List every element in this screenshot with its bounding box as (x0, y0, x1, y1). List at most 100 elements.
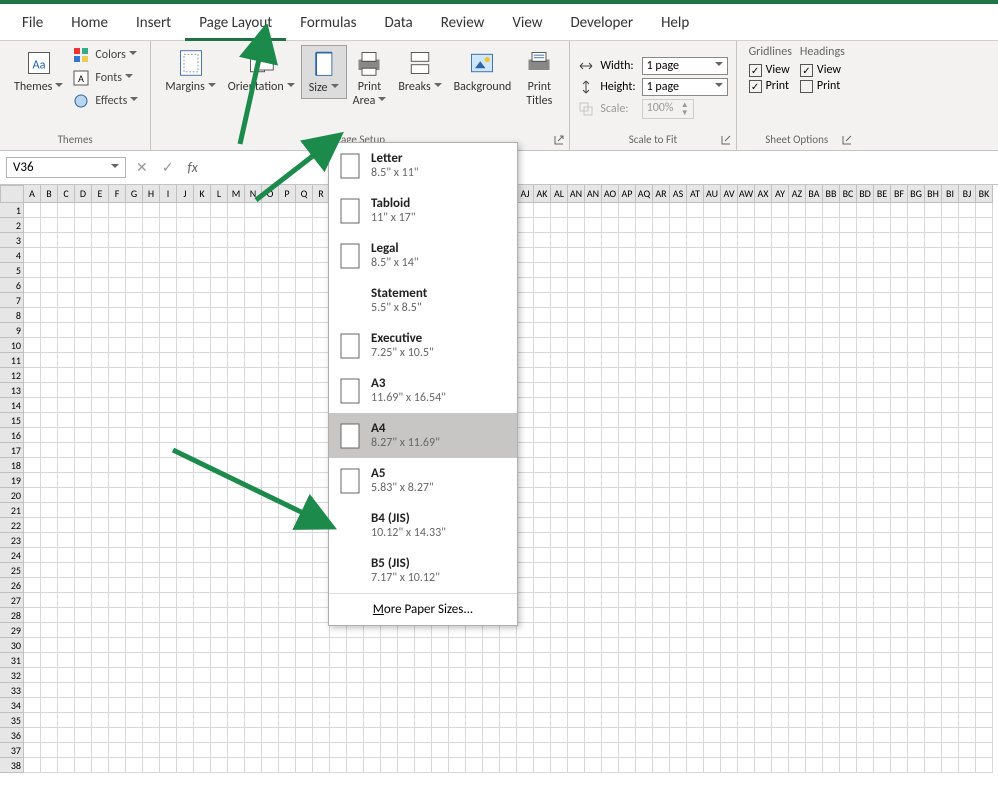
tab-insert[interactable]: Insert (122, 8, 185, 40)
cell[interactable] (177, 368, 194, 383)
cell[interactable] (670, 728, 687, 743)
cell[interactable] (568, 668, 585, 683)
cell[interactable] (262, 338, 279, 353)
cell[interactable] (160, 638, 177, 653)
cell[interactable] (41, 608, 58, 623)
cell[interactable] (976, 458, 993, 473)
cell[interactable] (534, 743, 551, 758)
cell[interactable] (857, 308, 874, 323)
cell[interactable] (551, 668, 568, 683)
cell[interactable] (874, 353, 891, 368)
cell[interactable] (806, 218, 823, 233)
cell[interactable] (92, 488, 109, 503)
cell[interactable] (41, 503, 58, 518)
cell[interactable] (228, 518, 245, 533)
cell[interactable] (58, 293, 75, 308)
cell[interactable] (857, 623, 874, 638)
cell[interactable] (840, 248, 857, 263)
cell[interactable] (432, 713, 449, 728)
gridlines-print-check[interactable]: ✓Print (749, 79, 792, 93)
cell[interactable] (942, 293, 959, 308)
cell[interactable] (551, 353, 568, 368)
cell[interactable] (602, 668, 619, 683)
cell[interactable] (738, 428, 755, 443)
cell[interactable] (432, 728, 449, 743)
cell[interactable] (75, 548, 92, 563)
cell[interactable] (687, 728, 704, 743)
cell[interactable] (143, 533, 160, 548)
cell[interactable] (823, 398, 840, 413)
cell[interactable] (755, 248, 772, 263)
cell[interactable] (517, 488, 534, 503)
cell[interactable] (602, 338, 619, 353)
cell[interactable] (840, 713, 857, 728)
cell[interactable] (92, 398, 109, 413)
cell[interactable] (585, 428, 602, 443)
cell[interactable] (126, 293, 143, 308)
cell[interactable] (942, 458, 959, 473)
cell[interactable] (517, 638, 534, 653)
cell[interactable] (568, 293, 585, 308)
cell[interactable] (296, 233, 313, 248)
cell[interactable] (177, 488, 194, 503)
cell[interactable] (245, 578, 262, 593)
cell[interactable] (330, 728, 347, 743)
cell[interactable] (75, 608, 92, 623)
cell[interactable] (432, 653, 449, 668)
cell[interactable] (806, 248, 823, 263)
cell[interactable] (58, 443, 75, 458)
cell[interactable] (840, 233, 857, 248)
cell[interactable] (109, 308, 126, 323)
cell[interactable] (517, 518, 534, 533)
cell[interactable] (534, 713, 551, 728)
cell[interactable] (653, 383, 670, 398)
cell[interactable] (976, 248, 993, 263)
cell[interactable] (908, 443, 925, 458)
cell[interactable] (619, 323, 636, 338)
cell[interactable] (789, 338, 806, 353)
cell[interactable] (568, 518, 585, 533)
cell[interactable] (228, 428, 245, 443)
cell[interactable] (636, 218, 653, 233)
cell[interactable] (619, 653, 636, 668)
cell[interactable] (143, 698, 160, 713)
cell[interactable] (92, 413, 109, 428)
cell[interactable] (41, 533, 58, 548)
cell[interactable] (296, 653, 313, 668)
cell[interactable] (415, 743, 432, 758)
cell[interactable] (891, 488, 908, 503)
cell[interactable] (653, 338, 670, 353)
cell[interactable] (908, 593, 925, 608)
cell[interactable] (976, 353, 993, 368)
cell[interactable] (262, 368, 279, 383)
cell[interactable] (58, 503, 75, 518)
cell[interactable] (908, 488, 925, 503)
cell[interactable] (551, 698, 568, 713)
cell[interactable] (75, 383, 92, 398)
cell[interactable] (160, 293, 177, 308)
cell[interactable] (721, 758, 738, 773)
cell[interactable] (789, 668, 806, 683)
cell[interactable] (653, 638, 670, 653)
cell[interactable] (262, 233, 279, 248)
cell[interactable] (908, 608, 925, 623)
cell[interactable] (24, 518, 41, 533)
cell[interactable] (925, 278, 942, 293)
cell[interactable] (109, 548, 126, 563)
cell[interactable] (908, 473, 925, 488)
cell[interactable] (568, 398, 585, 413)
cell[interactable] (976, 488, 993, 503)
cell[interactable] (704, 383, 721, 398)
cell[interactable] (211, 563, 228, 578)
cell[interactable] (517, 278, 534, 293)
cell[interactable] (211, 323, 228, 338)
cell[interactable] (483, 638, 500, 653)
col-header[interactable]: AO (602, 185, 619, 203)
cell[interactable] (41, 338, 58, 353)
cell[interactable] (211, 368, 228, 383)
cell[interactable] (177, 758, 194, 773)
cell[interactable] (483, 698, 500, 713)
cell[interactable] (602, 758, 619, 773)
cell[interactable] (976, 713, 993, 728)
cell[interactable] (602, 608, 619, 623)
